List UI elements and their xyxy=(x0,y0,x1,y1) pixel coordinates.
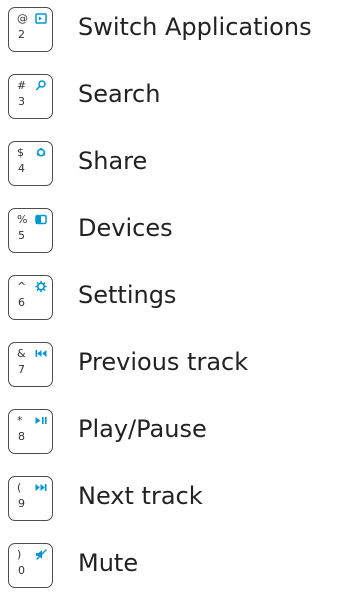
next-track-icon xyxy=(35,482,47,493)
search-icon xyxy=(35,80,47,91)
legend-row-devices: % 5 Devices xyxy=(8,205,348,272)
key-symbol: ( xyxy=(17,481,22,494)
key-8: * 8 xyxy=(8,409,53,454)
settings-icon xyxy=(35,281,47,292)
legend-row-next-track: ( 9 Next track xyxy=(8,473,348,540)
key-3: # 3 xyxy=(8,74,53,119)
legend-row-previous-track: & 7 Previous track xyxy=(8,339,348,406)
key-symbol: $ xyxy=(17,146,24,159)
key-4: $ 4 xyxy=(8,141,53,186)
legend-row-switch-applications: @ 2 Switch Applications xyxy=(8,4,348,71)
key-7: & 7 xyxy=(8,342,53,387)
mute-icon xyxy=(35,549,47,560)
legend-label: Previous track xyxy=(78,348,249,376)
key-number: 0 xyxy=(18,564,25,577)
key-number: 7 xyxy=(18,363,25,376)
key-2: @ 2 xyxy=(8,7,53,52)
previous-track-icon xyxy=(35,348,47,359)
devices-icon xyxy=(35,214,47,225)
key-symbol: # xyxy=(17,79,27,92)
legend-label: Devices xyxy=(78,214,173,242)
key-number: 8 xyxy=(18,430,25,443)
key-number: 9 xyxy=(18,497,25,510)
legend-label: Switch Applications xyxy=(78,13,312,41)
play-pause-icon xyxy=(35,415,47,426)
key-number: 5 xyxy=(18,229,25,242)
key-9: ( 9 xyxy=(8,476,53,521)
key-5: % 5 xyxy=(8,208,53,253)
legend-row-play-pause: * 8 Play/Pause xyxy=(8,406,348,473)
legend-label: Settings xyxy=(78,281,177,309)
key-legend: @ 2 Switch Applications # 3 Search $ 4 S… xyxy=(8,4,348,607)
legend-row-share: $ 4 Share xyxy=(8,138,348,205)
key-symbol: & xyxy=(17,347,26,360)
legend-row-settings: ^ 6 Settings xyxy=(8,272,348,339)
legend-label: Next track xyxy=(78,482,203,510)
legend-label: Share xyxy=(78,147,148,175)
legend-label: Play/Pause xyxy=(78,415,207,443)
legend-row-mute: ) 0 Mute xyxy=(8,540,348,607)
key-symbol: ^ xyxy=(17,280,27,293)
key-6: ^ 6 xyxy=(8,275,53,320)
key-number: 4 xyxy=(18,162,25,175)
key-symbol: ) xyxy=(17,548,22,561)
legend-label: Search xyxy=(78,80,161,108)
key-number: 2 xyxy=(18,28,25,41)
key-symbol: @ xyxy=(17,12,28,25)
switch-apps-icon xyxy=(35,13,47,24)
key-symbol: % xyxy=(17,213,28,226)
key-number: 3 xyxy=(18,95,25,108)
legend-row-search: # 3 Search xyxy=(8,71,348,138)
key-number: 6 xyxy=(18,296,25,309)
key-symbol: * xyxy=(17,414,23,427)
legend-label: Mute xyxy=(78,549,139,577)
key-0: ) 0 xyxy=(8,543,53,588)
share-icon xyxy=(35,147,47,158)
